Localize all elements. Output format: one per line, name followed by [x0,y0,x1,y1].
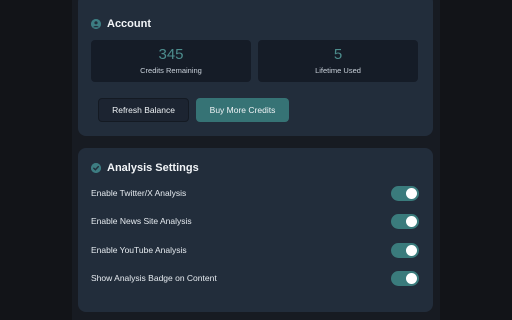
account-title: Account [107,18,151,30]
settings-header: Analysis Settings [91,162,199,174]
lifetime-used-value: 5 [333,46,343,63]
account-card: Account 345 Credits Remaining 5 Lifetime… [78,0,433,136]
lifetime-used-stat: 5 Lifetime Used [258,40,418,82]
credits-remaining-label: Credits Remaining [140,66,202,75]
news-toggle[interactable] [391,213,419,229]
setting-label: Enable Twitter/X Analysis [91,188,187,198]
setting-row-badge: Show Analysis Badge on Content [91,270,419,286]
refresh-balance-button[interactable]: Refresh Balance [98,98,189,122]
settings-title: Analysis Settings [107,162,199,174]
buy-more-credits-button[interactable]: Buy More Credits [196,98,289,122]
setting-row-youtube: Enable YouTube Analysis [91,242,419,258]
setting-label: Enable News Site Analysis [91,216,192,226]
badge-toggle[interactable] [391,270,419,286]
setting-label: Show Analysis Badge on Content [91,273,217,283]
setting-row-twitter: Enable Twitter/X Analysis [91,185,419,201]
youtube-toggle[interactable] [391,242,419,258]
twitter-toggle[interactable] [391,185,419,201]
lifetime-used-label: Lifetime Used [315,66,361,75]
toggle-knob [406,187,417,199]
check-circle-icon [91,163,101,173]
setting-label: Enable YouTube Analysis [91,245,187,255]
analysis-settings-card: Analysis Settings Enable Twitter/X Analy… [78,148,433,312]
credits-remaining-value: 345 [158,46,184,63]
toggle-knob [406,272,417,284]
toggle-knob [406,244,417,256]
account-header: Account [91,18,151,30]
user-circle-icon [91,19,101,29]
toggle-knob [406,215,417,227]
setting-row-news: Enable News Site Analysis [91,213,419,229]
credits-remaining-stat: 345 Credits Remaining [91,40,251,82]
